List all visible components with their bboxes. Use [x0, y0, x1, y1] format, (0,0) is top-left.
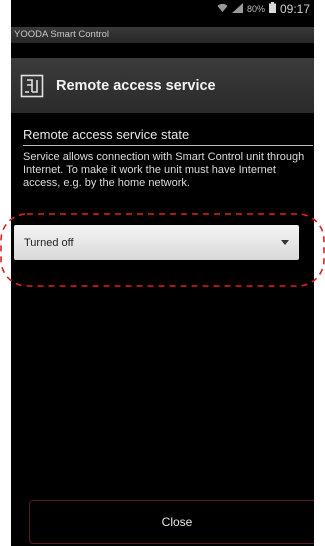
dialog-title: Remote access service [56, 77, 216, 94]
close-button[interactable]: Close [29, 500, 314, 544]
battery-percent: 80% [246, 4, 265, 14]
signal-icon [231, 2, 243, 16]
status-icons: 80% 09:17 [217, 2, 310, 16]
remote-access-icon [20, 74, 44, 98]
chevron-down-icon [281, 240, 289, 245]
dialog-header: Remote access service [11, 58, 314, 113]
battery-icon [268, 2, 276, 16]
dropdown-selected-value: Turned off [24, 236, 74, 249]
clock: 09:17 [279, 2, 310, 16]
app-title-bar: YOODA Smart Control [11, 27, 314, 43]
status-bar: 80% 09:17 [11, 0, 314, 18]
service-state-dropdown[interactable]: Turned off [14, 225, 299, 260]
wifi-icon [217, 3, 228, 16]
section-title: Remote access service state [23, 127, 190, 142]
section-description: Service allows connection with Smart Con… [23, 151, 305, 189]
section-divider [23, 145, 313, 146]
phone-frame: 80% 09:17 YOODA Smart Control Remote acc… [0, 0, 325, 546]
screen: 80% 09:17 YOODA Smart Control Remote acc… [11, 0, 314, 546]
